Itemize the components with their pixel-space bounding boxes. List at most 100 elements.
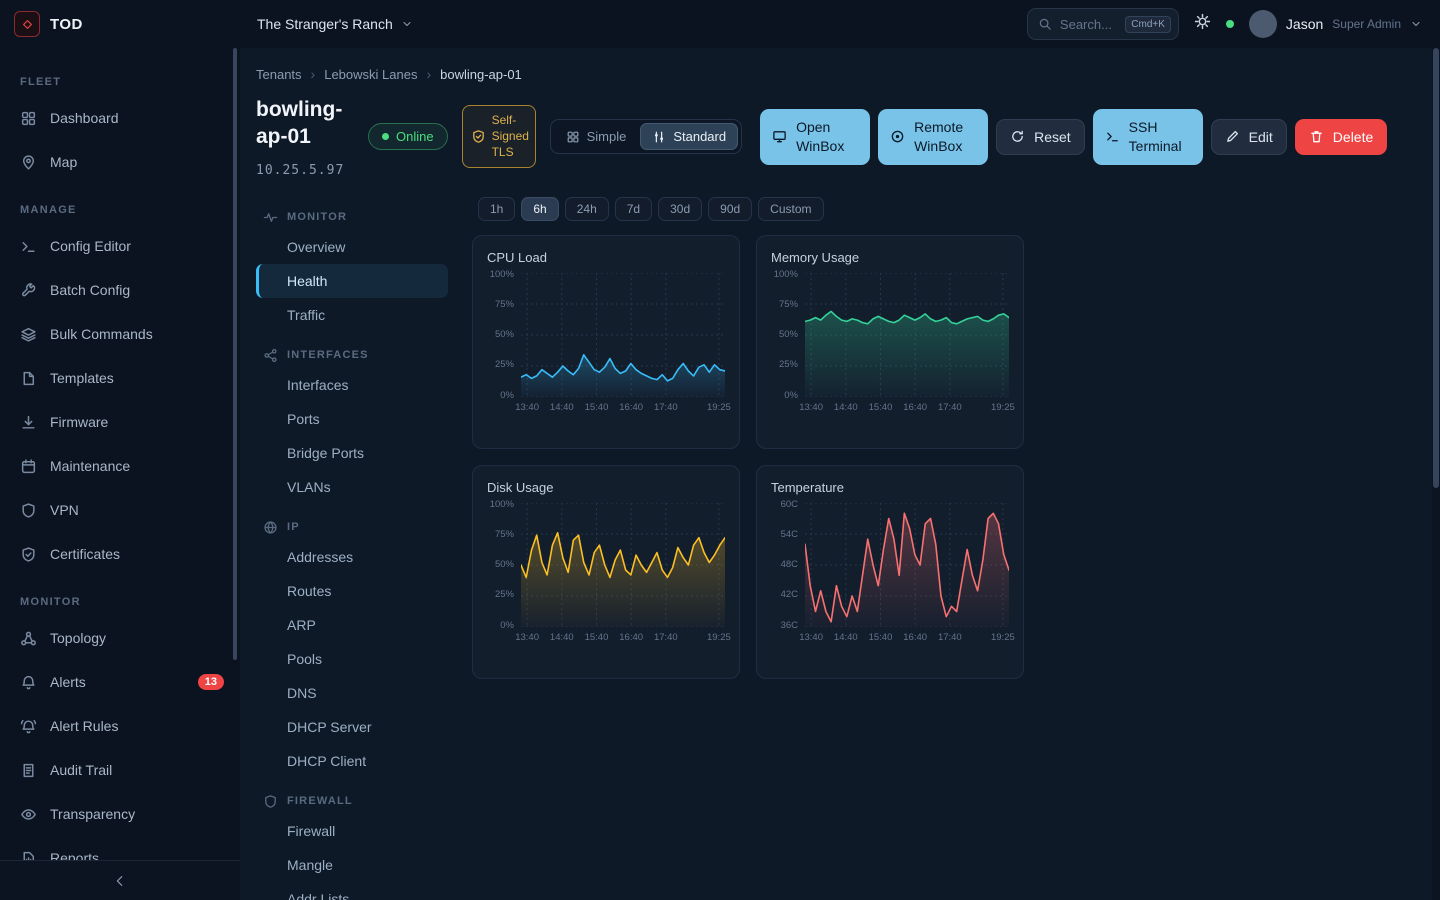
shield-icon	[20, 502, 37, 519]
breadcrumb-item-lebowski-lanes[interactable]: Lebowski Lanes	[324, 67, 417, 82]
chart-y-axis: 100%75%50%25%0%	[771, 269, 805, 401]
chart-card-cpu-load: CPU Load100%75%50%25%0%13:4014:4015:4016…	[472, 235, 740, 449]
edit-button[interactable]: Edit	[1211, 119, 1287, 155]
subnav-item-dhcp-server[interactable]: DHCP Server	[256, 710, 448, 744]
chart-x-axis: 13:4014:4015:4016:4017:4019:25	[521, 397, 725, 415]
wrench-icon	[20, 282, 37, 299]
sun-icon	[1194, 13, 1211, 30]
subnav-item-traffic[interactable]: Traffic	[256, 298, 448, 332]
ssh-terminal-button[interactable]: SSH Terminal	[1093, 109, 1203, 165]
logo-icon	[14, 11, 40, 37]
subnav-item-bridge-ports[interactable]: Bridge Ports	[256, 436, 448, 470]
toggle-option-standard[interactable]: Standard	[640, 123, 738, 150]
app-logo[interactable]: TOD	[0, 11, 240, 37]
target-icon	[890, 129, 905, 144]
refresh-icon	[1010, 129, 1025, 144]
chart-x-axis: 13:4014:4015:4016:4017:4019:25	[805, 627, 1009, 645]
chart-plot	[521, 273, 725, 397]
sidebar-item-config-editor[interactable]: Config Editor	[0, 224, 240, 268]
search-input[interactable]: Search... Cmd+K	[1027, 8, 1179, 40]
time-range-6h[interactable]: 6h	[521, 197, 558, 221]
chart-x-axis: 13:4014:4015:4016:4017:4019:25	[805, 397, 1009, 415]
sidebar-item-label: Maintenance	[50, 458, 130, 474]
sliders-icon	[652, 130, 666, 144]
device-subnav: MONITOROverviewHealthTrafficINTERFACESIn…	[256, 194, 448, 900]
sidebar-scrollbar[interactable]	[233, 48, 237, 660]
breadcrumb-item-tenants[interactable]: Tenants	[256, 67, 302, 82]
grid-icon	[20, 110, 37, 127]
subnav-item-ports[interactable]: Ports	[256, 402, 448, 436]
user-menu[interactable]: Jason Super Admin	[1249, 10, 1422, 38]
sidebar-item-topology[interactable]: Topology	[0, 616, 240, 660]
breadcrumb: Tenants›Lebowski Lanes›bowling-ap-01	[256, 66, 1432, 82]
subnav-item-arp[interactable]: ARP	[256, 608, 448, 642]
chart-y-axis: 100%75%50%25%0%	[487, 499, 521, 631]
chart-card-disk-usage: Disk Usage100%75%50%25%0%13:4014:4015:40…	[472, 465, 740, 679]
sidebar-collapse-button[interactable]	[0, 860, 240, 900]
page-scrollbar-thumb[interactable]	[1433, 48, 1439, 488]
open-winbox-button[interactable]: Open WinBox	[760, 109, 870, 165]
sidebar-item-bulk-commands[interactable]: Bulk Commands	[0, 312, 240, 356]
user-icon	[1255, 17, 1270, 32]
subnav-item-firewall[interactable]: Firewall	[256, 814, 448, 848]
subnav-item-pools[interactable]: Pools	[256, 642, 448, 676]
subnav-item-dhcp-client[interactable]: DHCP Client	[256, 744, 448, 778]
sidebar-item-vpn[interactable]: VPN	[0, 488, 240, 532]
time-range-1h[interactable]: 1h	[478, 197, 515, 221]
sidebar-item-transparency[interactable]: Transparency	[0, 792, 240, 836]
subnav-item-dns[interactable]: DNS	[256, 676, 448, 710]
terminal-icon	[1105, 129, 1120, 144]
time-range-30d[interactable]: 30d	[658, 197, 702, 221]
sidebar-item-map[interactable]: Map	[0, 140, 240, 184]
chart-title: Memory Usage	[771, 250, 1009, 265]
tenant-selector[interactable]: The Stranger's Ranch	[257, 16, 413, 32]
sidebar-item-label: Alerts	[50, 674, 86, 690]
sidebar-item-templates[interactable]: Templates	[0, 356, 240, 400]
subnav-item-addresses[interactable]: Addresses	[256, 540, 448, 574]
page-title: bowling-ap-01	[256, 96, 354, 151]
time-range-7d[interactable]: 7d	[615, 197, 652, 221]
search-icon	[1038, 17, 1052, 31]
chevdown-icon	[401, 18, 413, 30]
sidebar-item-label: Config Editor	[50, 238, 131, 254]
breadcrumb-separator: ›	[311, 66, 316, 82]
chart-y-axis: 100%75%50%25%0%	[487, 269, 521, 401]
search-shortcut-badge: Cmd+K	[1125, 16, 1171, 33]
sidebar-item-label: Map	[50, 154, 77, 170]
theme-toggle[interactable]	[1194, 13, 1211, 35]
grid-icon	[566, 130, 580, 144]
time-range-24h[interactable]: 24h	[565, 197, 609, 221]
subnav-item-mangle[interactable]: Mangle	[256, 848, 448, 882]
chevleft-icon	[113, 874, 127, 888]
bell-icon	[20, 674, 37, 691]
avatar	[1249, 10, 1277, 38]
remote-winbox-button[interactable]: Remote WinBox	[878, 109, 988, 165]
subnav-item-addr-lists[interactable]: Addr Lists	[256, 882, 448, 900]
subnav-item-routes[interactable]: Routes	[256, 574, 448, 608]
reset-button[interactable]: Reset	[996, 119, 1085, 155]
sidebar-item-audit-trail[interactable]: Audit Trail	[0, 748, 240, 792]
subnav-item-health[interactable]: Health	[256, 264, 448, 298]
time-range-custom[interactable]: Custom	[758, 197, 823, 221]
sidebar-item-batch-config[interactable]: Batch Config	[0, 268, 240, 312]
sidebar-item-alerts[interactable]: Alerts 13	[0, 660, 240, 704]
sidebar-item-alert-rules[interactable]: Alert Rules	[0, 704, 240, 748]
alerts-count-badge: 13	[198, 674, 224, 690]
sidebar-item-dashboard[interactable]: Dashboard	[0, 96, 240, 140]
sidebar-item-firmware[interactable]: Firmware	[0, 400, 240, 444]
sidebar-item-certificates[interactable]: Certificates	[0, 532, 240, 576]
delete-button[interactable]: Delete	[1295, 119, 1387, 155]
file-icon	[20, 370, 37, 387]
device-ip: 10.25.5.97	[256, 163, 354, 178]
time-range-90d[interactable]: 90d	[708, 197, 752, 221]
subnav-item-vlans[interactable]: VLANs	[256, 470, 448, 504]
page-scrollbar[interactable]	[1432, 48, 1440, 900]
online-dot-icon	[382, 133, 389, 140]
subnav-item-interfaces[interactable]: Interfaces	[256, 368, 448, 402]
view-mode-toggle: Simple Standard	[550, 119, 743, 154]
topology-icon	[20, 630, 37, 647]
sidebar-item-label: VPN	[50, 502, 79, 518]
subnav-item-overview[interactable]: Overview	[256, 230, 448, 264]
sidebar-item-maintenance[interactable]: Maintenance	[0, 444, 240, 488]
toggle-option-simple[interactable]: Simple	[554, 123, 639, 150]
